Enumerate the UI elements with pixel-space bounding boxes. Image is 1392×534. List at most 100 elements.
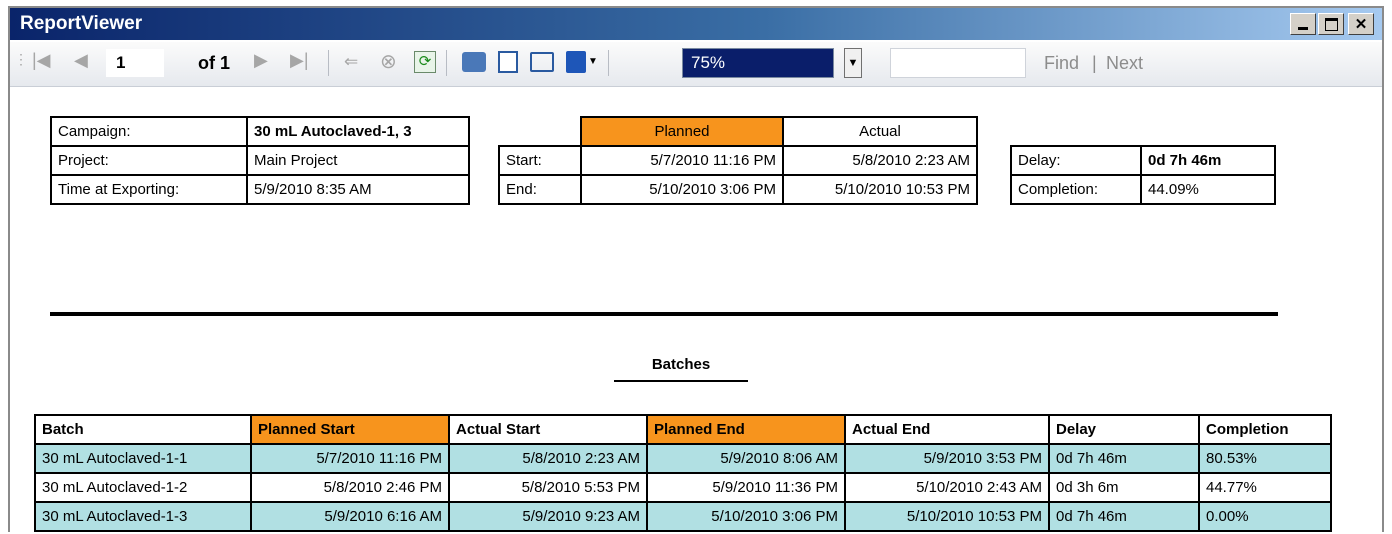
print-icon[interactable] xyxy=(462,52,486,72)
table-row: Start: 5/7/2010 11:16 PM 5/8/2010 2:23 A… xyxy=(498,145,978,176)
completion-cell: 80.53% xyxy=(1198,443,1332,474)
completion-column-header: Completion xyxy=(1198,414,1332,445)
actual-end-cell: 5/9/2010 3:53 PM xyxy=(844,443,1050,474)
page-setup-icon[interactable] xyxy=(530,52,554,72)
actual-end-cell: 5/10/2010 10:53 PM xyxy=(844,501,1050,532)
grip-icon[interactable]: ⋮ xyxy=(14,51,28,68)
table-row: Delay: 0d 7h 46m xyxy=(1010,145,1276,176)
planned-end-cell: 5/9/2010 11:36 PM xyxy=(646,472,846,503)
next-link[interactable]: Next xyxy=(1106,53,1143,74)
planned-start-cell: 5/8/2010 2:46 PM xyxy=(250,472,450,503)
planned-start-cell: 5/7/2010 11:16 PM xyxy=(250,443,450,474)
zoom-dropdown-button[interactable]: ▼ xyxy=(844,48,862,78)
report-content: Campaign: 30 mL Autoclaved-1, 3 Project:… xyxy=(10,88,1382,534)
table-row: Campaign: 30 mL Autoclaved-1, 3 xyxy=(50,116,470,147)
actual-start-cell: 5/8/2010 2:23 AM xyxy=(448,443,648,474)
completion-cell: 0.00% xyxy=(1198,501,1332,532)
back-icon[interactable]: ⇐ xyxy=(344,52,358,72)
start-planned: 5/7/2010 11:16 PM xyxy=(580,145,784,176)
export-icon[interactable] xyxy=(566,51,586,73)
next-page-icon[interactable]: ▶ xyxy=(254,50,268,71)
actual-header: Actual xyxy=(782,116,978,147)
batches-table: Batch Planned Start Actual Start Planned… xyxy=(34,414,1332,532)
window-title: ReportViewer xyxy=(20,13,143,34)
end-planned: 5/10/2010 3:06 PM xyxy=(580,174,784,205)
toolbar-separator xyxy=(608,50,609,76)
project-value: Main Project xyxy=(246,145,470,176)
batch-cell: 30 mL Autoclaved-1-1 xyxy=(34,443,252,474)
refresh-icon[interactable]: ⟳ xyxy=(414,51,436,73)
batch-cell: 30 mL Autoclaved-1-3 xyxy=(34,501,252,532)
project-label: Project: xyxy=(50,145,248,176)
completion-label: Completion: xyxy=(1010,174,1142,205)
table-row: Completion: 44.09% xyxy=(1010,174,1276,205)
report-viewer-window: ReportViewer ✕ ⋮ |◀ ◀ of 1 ▶ ▶| ⇐ ⊗ ⟳ ▼ … xyxy=(8,6,1384,534)
batches-title: Batches xyxy=(651,356,711,373)
toolbar-separator xyxy=(328,50,329,76)
first-page-icon[interactable]: |◀ xyxy=(32,50,51,71)
actual-start-cell: 5/8/2010 5:53 PM xyxy=(448,472,648,503)
actual-end-cell: 5/10/2010 2:43 AM xyxy=(844,472,1050,503)
export-time-value: 5/9/2010 8:35 AM xyxy=(246,174,470,205)
status-table: Delay: 0d 7h 46m Completion: 44.09% xyxy=(1010,145,1276,205)
maximize-button[interactable] xyxy=(1318,13,1344,35)
planned-header: Planned xyxy=(580,116,784,147)
end-actual: 5/10/2010 10:53 PM xyxy=(782,174,978,205)
planned-start-cell: 5/9/2010 6:16 AM xyxy=(250,501,450,532)
delay-column-header: Delay xyxy=(1048,414,1200,445)
end-label: End: xyxy=(498,174,582,205)
maximize-icon xyxy=(1324,17,1338,31)
table-row: Project: Main Project xyxy=(50,145,470,176)
page-count-label: of 1 xyxy=(198,53,231,73)
batches-title-underline xyxy=(614,380,748,382)
print-layout-icon[interactable] xyxy=(498,51,518,73)
title-bar[interactable]: ReportViewer ✕ xyxy=(10,8,1382,40)
stop-icon[interactable]: ⊗ xyxy=(380,49,397,74)
delay-value: 0d 7h 46m xyxy=(1140,145,1276,176)
planned-end-cell: 5/9/2010 8:06 AM xyxy=(646,443,846,474)
minimize-icon xyxy=(1298,26,1308,30)
table-row: 30 mL Autoclaved-1-2 5/8/2010 2:46 PM 5/… xyxy=(34,472,1332,503)
minimize-button[interactable] xyxy=(1290,13,1316,35)
delay-cell: 0d 7h 46m xyxy=(1048,501,1200,532)
previous-page-icon[interactable]: ◀ xyxy=(74,50,88,71)
campaign-label: Campaign: xyxy=(50,116,248,147)
campaign-value: 30 mL Autoclaved-1, 3 xyxy=(246,116,470,147)
planned-end-cell: 5/10/2010 3:06 PM xyxy=(646,501,846,532)
zoom-select[interactable]: 75% xyxy=(682,48,834,78)
start-label: Start: xyxy=(498,145,582,176)
close-icon: ✕ xyxy=(1354,16,1368,33)
vertical-scrollbar[interactable] xyxy=(1364,88,1382,534)
batch-column-header: Batch xyxy=(34,414,252,445)
close-button[interactable]: ✕ xyxy=(1348,13,1374,35)
planned-end-column-header: Planned End xyxy=(646,414,846,445)
table-row: Planned Actual xyxy=(499,116,978,147)
completion-value: 44.09% xyxy=(1140,174,1276,205)
export-dropdown-icon[interactable]: ▼ xyxy=(588,56,598,67)
table-row: 30 mL Autoclaved-1-1 5/7/2010 11:16 PM 5… xyxy=(34,443,1332,474)
find-input[interactable] xyxy=(890,48,1026,78)
chevron-down-icon: ▼ xyxy=(847,57,859,69)
delay-label: Delay: xyxy=(1010,145,1142,176)
last-page-icon[interactable]: ▶| xyxy=(290,50,309,71)
report-toolbar: ⋮ |◀ ◀ of 1 ▶ ▶| ⇐ ⊗ ⟳ ▼ 75% ▼ Find | Ne… xyxy=(10,42,1382,87)
find-link[interactable]: Find xyxy=(1044,53,1079,74)
toolbar-separator xyxy=(446,50,447,76)
campaign-summary-table: Campaign: 30 mL Autoclaved-1, 3 Project:… xyxy=(50,116,470,205)
actual-start-column-header: Actual Start xyxy=(448,414,648,445)
batch-cell: 30 mL Autoclaved-1-2 xyxy=(34,472,252,503)
delay-cell: 0d 3h 6m xyxy=(1048,472,1200,503)
section-divider xyxy=(50,312,1278,316)
planned-start-column-header: Planned Start xyxy=(250,414,450,445)
start-actual: 5/8/2010 2:23 AM xyxy=(782,145,978,176)
actual-start-cell: 5/9/2010 9:23 AM xyxy=(448,501,648,532)
table-header-row: Batch Planned Start Actual Start Planned… xyxy=(34,414,1332,445)
current-page-input[interactable] xyxy=(106,49,164,77)
delay-cell: 0d 7h 46m xyxy=(1048,443,1200,474)
completion-cell: 44.77% xyxy=(1198,472,1332,503)
actual-end-column-header: Actual End xyxy=(844,414,1050,445)
find-separator: | xyxy=(1092,53,1097,73)
schedule-table: Planned Actual Start: 5/7/2010 11:16 PM … xyxy=(498,116,978,205)
table-row: End: 5/10/2010 3:06 PM 5/10/2010 10:53 P… xyxy=(498,174,978,205)
table-row: 30 mL Autoclaved-1-3 5/9/2010 6:16 AM 5/… xyxy=(34,501,1332,532)
